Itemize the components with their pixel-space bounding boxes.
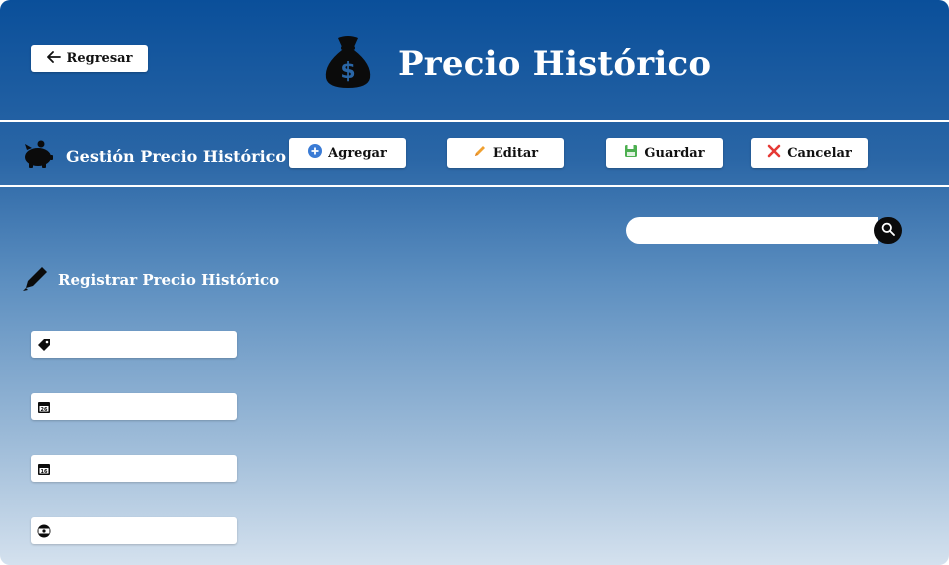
toolbar-title-group: Gestión Precio Histórico xyxy=(22,139,286,173)
close-icon xyxy=(767,144,781,162)
end-date-input[interactable] xyxy=(56,456,234,481)
edit-button[interactable]: Editar xyxy=(447,138,564,168)
cancel-button[interactable]: Cancelar xyxy=(751,138,868,168)
page-title-group: $ Precio Histórico xyxy=(320,34,711,94)
piggy-bank-icon xyxy=(22,139,54,173)
save-button[interactable]: Guardar xyxy=(606,138,723,168)
product-field xyxy=(31,331,237,358)
add-button-label: Agregar xyxy=(328,145,387,161)
tag-icon xyxy=(32,338,56,352)
back-button[interactable]: Regresar xyxy=(31,45,148,72)
pencil-icon xyxy=(22,264,50,296)
edit-button-label: Editar xyxy=(492,145,539,161)
add-button[interactable]: Agregar xyxy=(289,138,406,168)
price-field xyxy=(31,517,237,544)
pencil-icon xyxy=(473,144,487,162)
start-date-input[interactable] xyxy=(56,394,234,419)
plus-circle-icon xyxy=(308,144,323,162)
money-bag-icon: $ xyxy=(320,34,376,94)
form-header: Registrar Precio Histórico xyxy=(22,264,279,296)
money-icon xyxy=(32,524,56,538)
toolbar-title: Gestión Precio Histórico xyxy=(66,146,287,166)
page-header: Regresar $ Precio Histórico xyxy=(0,0,949,120)
page-title: Precio Histórico xyxy=(398,44,712,84)
form-title: Registrar Precio Histórico xyxy=(58,271,280,289)
search-input[interactable] xyxy=(626,217,878,244)
cancel-button-label: Cancelar xyxy=(787,145,852,161)
back-button-label: Regresar xyxy=(66,51,133,66)
product-input[interactable] xyxy=(56,332,234,357)
calendar-icon: 26 xyxy=(32,400,56,414)
toolbar-divider xyxy=(0,185,949,187)
search-bar xyxy=(626,217,902,244)
app-window: Regresar $ Precio Histórico Gestión Prec… xyxy=(0,0,949,565)
svg-text:26: 26 xyxy=(41,406,48,412)
toolbar: Gestión Precio Histórico Agregar Editar … xyxy=(0,122,949,185)
calendar-icon: 16 xyxy=(32,462,56,476)
floppy-disk-icon xyxy=(624,144,638,162)
price-input[interactable] xyxy=(56,518,234,543)
arrow-left-icon xyxy=(46,50,61,67)
end-date-field: 16 xyxy=(31,455,237,482)
start-date-field: 26 xyxy=(31,393,237,420)
search-icon xyxy=(881,221,895,240)
svg-text:16: 16 xyxy=(41,468,48,474)
save-button-label: Guardar xyxy=(644,145,705,161)
svg-text:$: $ xyxy=(340,59,355,84)
search-button[interactable] xyxy=(874,217,902,244)
